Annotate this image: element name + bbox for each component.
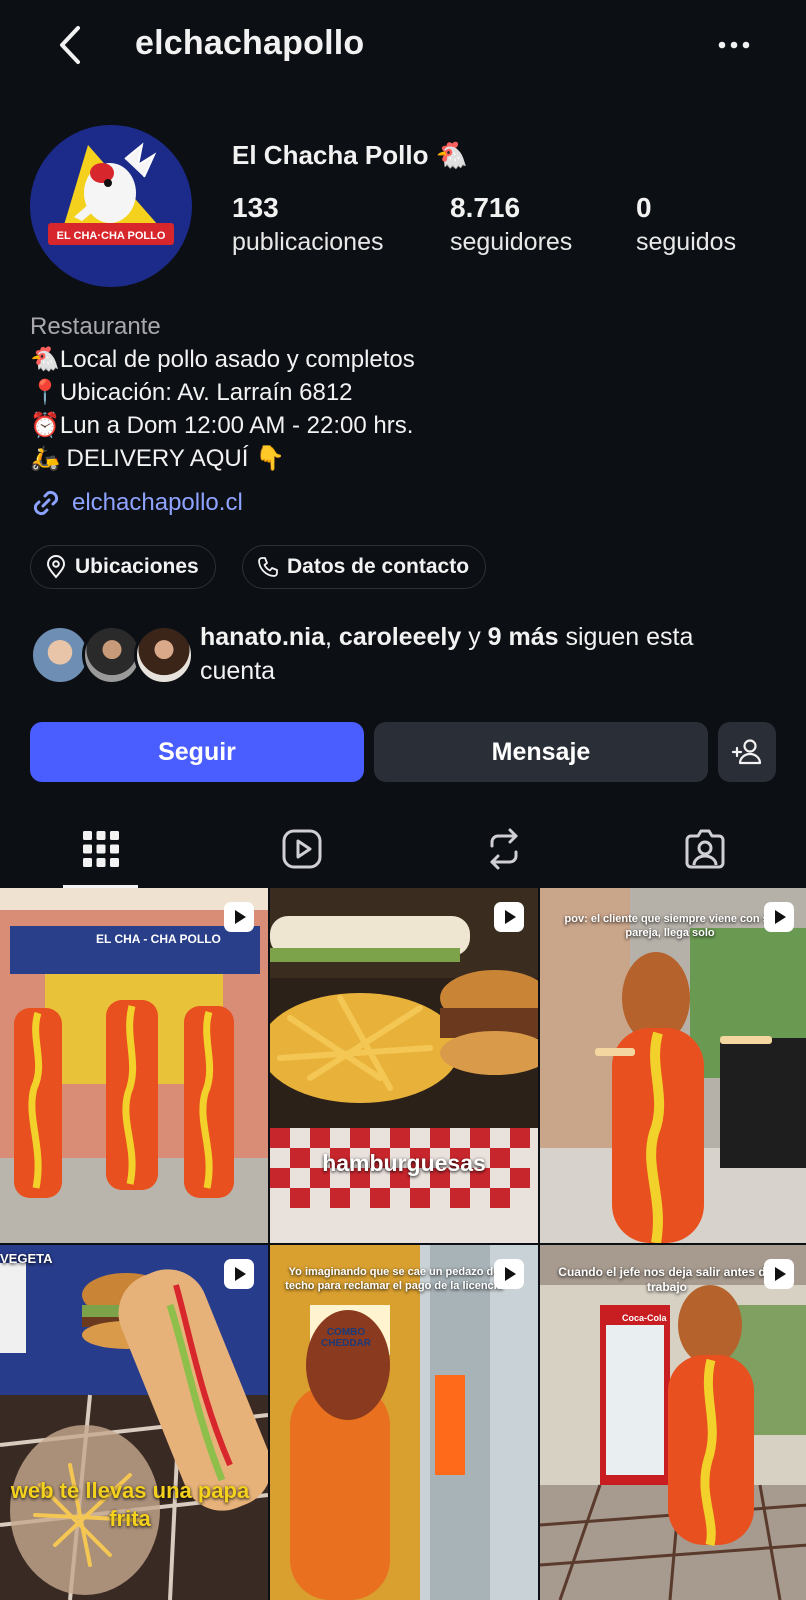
more-options-button[interactable] xyxy=(714,30,754,60)
post-caption-overlay: pov: el cliente que siempre viene con su… xyxy=(564,913,776,939)
post-caption-overlay: Yo imaginando que se cae un pedazo de te… xyxy=(285,1266,503,1292)
profile-tabs xyxy=(0,810,806,888)
back-button[interactable] xyxy=(52,22,88,68)
more-followers[interactable]: 9 más xyxy=(488,623,559,651)
avatar xyxy=(82,625,142,685)
following-stat[interactable]: 0 seguidos xyxy=(636,192,736,257)
reel-icon xyxy=(494,1259,524,1289)
phone-icon xyxy=(258,557,278,577)
link-icon xyxy=(33,490,59,516)
message-button[interactable]: Mensaje xyxy=(374,722,708,782)
conjunction: y xyxy=(461,623,488,651)
post-image xyxy=(540,1245,806,1600)
brand-logo: EL CHA·CHA POLLO xyxy=(30,125,192,287)
follow-button[interactable]: Seguir xyxy=(30,722,364,782)
display-name: El Chacha Pollo 🐔 xyxy=(232,140,469,170)
bio: Restaurante 🐔Local de pollo asado y comp… xyxy=(30,310,770,475)
avatar[interactable]: EL CHA·CHA POLLO xyxy=(30,125,192,287)
svg-text:EL CHA·CHA POLLO: EL CHA·CHA POLLO xyxy=(57,230,166,242)
post-thumbnail[interactable]: VEGETA web te llevas una papa frita xyxy=(0,1245,268,1600)
reel-icon xyxy=(224,1259,254,1289)
followers-count: 8.716 xyxy=(450,192,521,223)
location-pin-icon xyxy=(46,555,66,579)
tab-tagged[interactable] xyxy=(605,810,806,888)
website-link-label: elchachapollo.cl xyxy=(72,489,243,516)
posts-count: 133 xyxy=(232,192,279,223)
post-thumbnail[interactable]: COMBO CHEDDAR Yo imaginando que se cae u… xyxy=(270,1245,538,1600)
separator: , xyxy=(325,623,339,651)
post-image xyxy=(0,1245,268,1600)
grid-icon xyxy=(82,831,119,867)
reel-icon xyxy=(764,902,794,932)
post-thumbnail[interactable]: EL CHA - CHA POLLO xyxy=(0,888,268,1243)
avatar xyxy=(30,625,90,685)
locations-chip[interactable]: Ubicaciones xyxy=(30,545,216,589)
suggested-users-button[interactable] xyxy=(718,722,776,782)
post-caption-overlay: web te llevas una papa frita xyxy=(10,1478,250,1531)
reposts-icon xyxy=(490,828,518,870)
reel-icon xyxy=(764,1259,794,1289)
post-thumbnail[interactable]: Coca-Cola Cuando el jefe nos deja salir … xyxy=(540,1245,806,1600)
fridge-brand: Coca-Cola xyxy=(622,1313,667,1323)
followers-label: seguidores xyxy=(450,228,573,256)
menu-sign: COMBO CHEDDAR xyxy=(321,1327,371,1349)
following-label: seguidos xyxy=(636,228,737,256)
tab-reels[interactable] xyxy=(202,810,404,888)
menu-sign: VEGETA xyxy=(0,1251,53,1266)
following-count: 0 xyxy=(636,192,652,223)
post-image xyxy=(540,888,806,1243)
followers-stat[interactable]: 8.716 seguidores xyxy=(450,192,572,257)
bio-line: 📍Ubicación: Av. Larraín 6812 xyxy=(30,379,353,406)
tagged-icon xyxy=(685,829,725,869)
storefront-sign: EL CHA - CHA POLLO xyxy=(96,932,221,946)
tab-reposts[interactable] xyxy=(403,810,605,888)
bio-line: ⏰Lun a Dom 12:00 AM - 22:00 hrs. xyxy=(30,412,414,439)
chevron-left-icon xyxy=(60,26,80,64)
post-thumbnail[interactable]: pov: el cliente que siempre viene con su… xyxy=(540,888,806,1243)
locations-chip-label: Ubicaciones xyxy=(75,555,199,578)
post-image xyxy=(270,888,538,1243)
website-link[interactable]: elchachapollo.cl xyxy=(30,487,243,519)
post-thumbnail[interactable]: hamburguesas xyxy=(270,888,538,1243)
bio-line: 🛵 DELIVERY AQUÍ 👇 xyxy=(30,445,285,472)
follower-name[interactable]: hanato.nia xyxy=(200,623,325,651)
contact-chip-label: Datos de contacto xyxy=(287,555,470,578)
avatar xyxy=(134,625,194,685)
posts-stat[interactable]: 133 publicaciones xyxy=(232,192,384,257)
post-image xyxy=(270,1245,538,1600)
reel-icon xyxy=(494,902,524,932)
contact-chip[interactable]: Datos de contacto xyxy=(242,545,487,589)
tab-posts[interactable] xyxy=(0,810,202,888)
bio-line: 🐔Local de pollo asado y completos xyxy=(30,346,415,373)
add-user-icon xyxy=(731,739,762,765)
more-icon xyxy=(718,41,750,49)
posts-grid: EL CHA - CHA POLLO hamburguesas pov: el … xyxy=(0,888,806,1600)
mutual-followers-avatars[interactable] xyxy=(30,625,194,685)
follower-name[interactable]: caroleeely xyxy=(339,623,461,651)
bio-category: Restaurante xyxy=(30,313,161,340)
posts-label: publicaciones xyxy=(232,228,384,256)
reels-icon xyxy=(282,829,322,869)
reel-icon xyxy=(224,902,254,932)
page-title: elchachapollo xyxy=(135,24,365,62)
post-caption-overlay: Cuando el jefe nos deja salir antes del … xyxy=(558,1265,776,1294)
top-bar: elchachapollo xyxy=(0,0,806,90)
mutual-followers-text[interactable]: hanato.nia, caroleeely y 9 más siguen es… xyxy=(200,620,760,688)
post-caption-overlay: hamburguesas xyxy=(322,1150,486,1176)
